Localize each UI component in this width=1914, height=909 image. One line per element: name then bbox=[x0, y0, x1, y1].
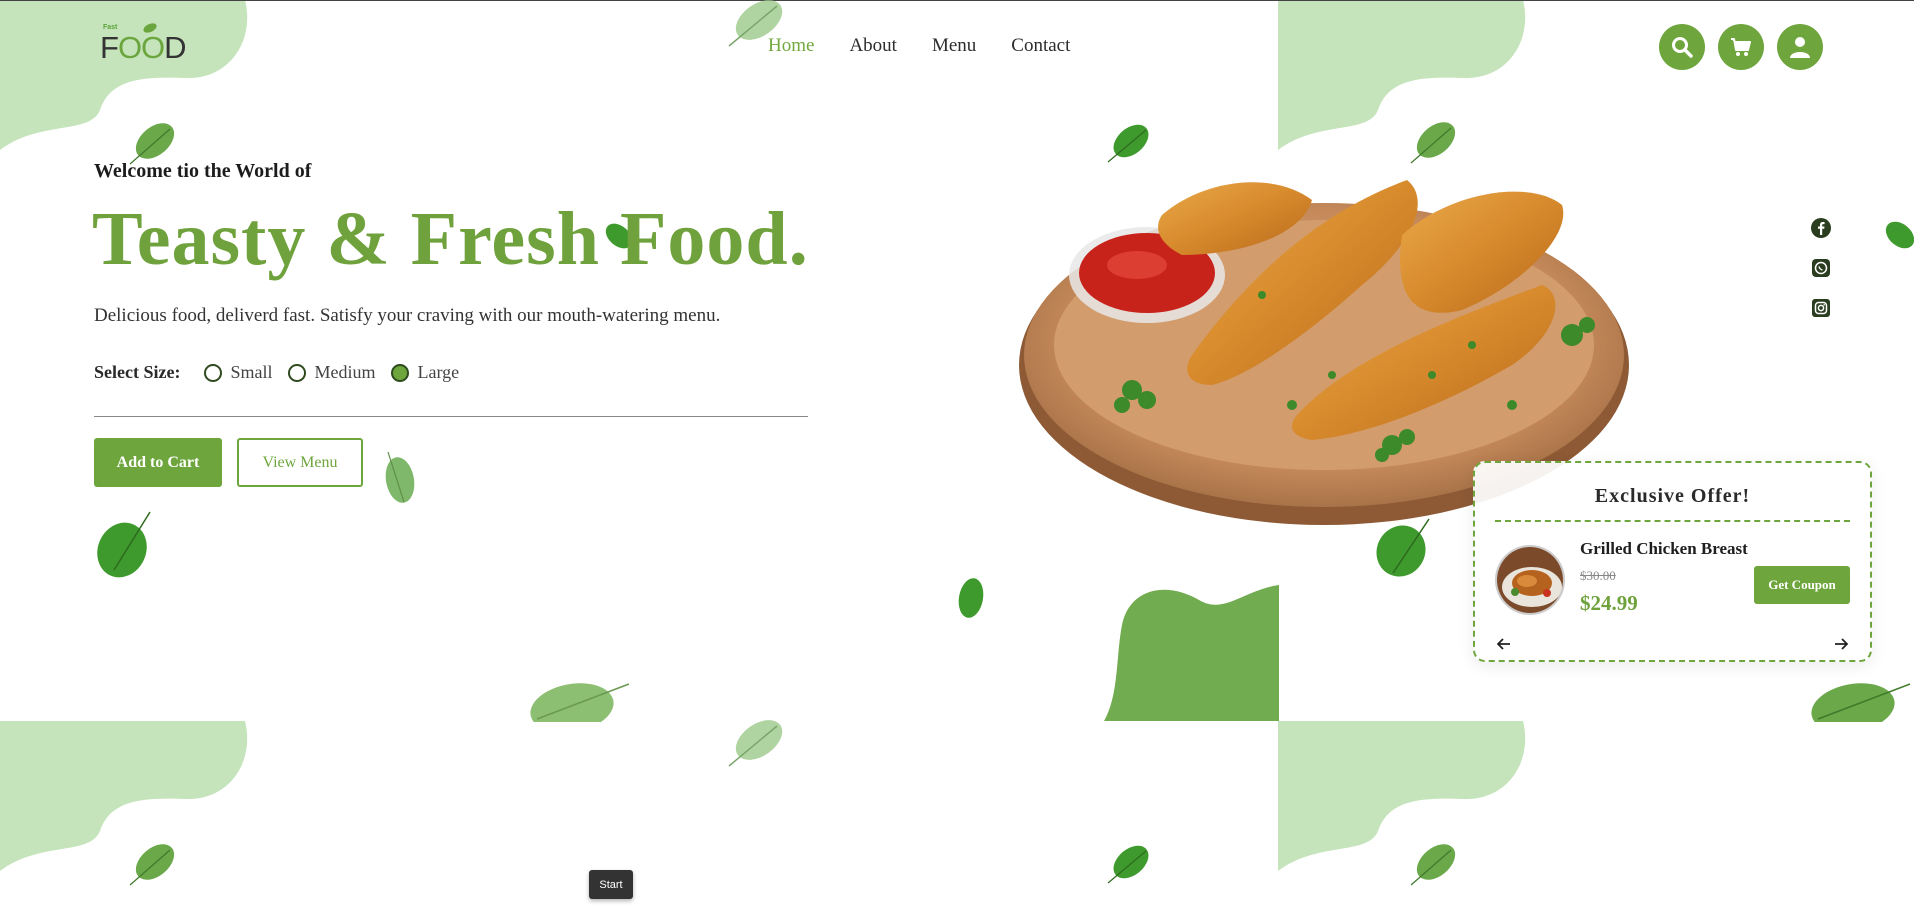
user-icon bbox=[1790, 37, 1810, 58]
arrow-right-icon bbox=[1835, 638, 1848, 650]
site-logo[interactable]: Fast FOOD bbox=[100, 22, 190, 68]
leaf-icon bbox=[728, 720, 783, 767]
facebook-icon bbox=[1811, 218, 1831, 238]
leaf-icon bbox=[1410, 122, 1456, 164]
decorative-blob bbox=[1278, 0, 1526, 150]
cart-icon bbox=[1731, 38, 1751, 56]
instagram-link[interactable] bbox=[1809, 296, 1833, 320]
leaf-icon bbox=[129, 844, 175, 886]
exclusive-offer-card: Exclusive Offer! Grilled Chicken Breast … bbox=[1473, 461, 1872, 662]
size-option-label: Small bbox=[230, 362, 273, 382]
size-label: Select Size: bbox=[94, 362, 181, 382]
offer-item-name: Grilled Chicken Breast bbox=[1580, 539, 1748, 558]
decorative-blob bbox=[1278, 721, 1526, 871]
leaf-icon bbox=[1410, 844, 1456, 886]
leaf-icon bbox=[1107, 845, 1149, 884]
offer-prev-button[interactable] bbox=[1495, 635, 1513, 653]
radio-small[interactable] bbox=[204, 363, 223, 382]
leaf-icon bbox=[385, 451, 415, 503]
view-menu-button[interactable]: View Menu bbox=[237, 438, 363, 487]
size-option-label: Large bbox=[417, 362, 460, 382]
hero-title: Teasty & Fresh Food. bbox=[92, 197, 809, 281]
nav-home[interactable]: Home bbox=[768, 35, 814, 57]
search-button[interactable] bbox=[1659, 24, 1705, 70]
leaf-icon bbox=[1885, 221, 1914, 249]
instagram-icon bbox=[1812, 299, 1830, 317]
arrow-left-icon bbox=[1497, 638, 1510, 650]
main-nav: Home About Menu Contact bbox=[768, 35, 1105, 57]
offer-title: Exclusive Offer! bbox=[1594, 485, 1751, 507]
decorative-blob bbox=[0, 721, 248, 871]
leaf-icon bbox=[1107, 124, 1149, 163]
add-to-cart-button[interactable]: Add to Cart bbox=[94, 438, 222, 487]
facebook-link[interactable] bbox=[1809, 216, 1833, 240]
offer-old-price: $30.00 bbox=[1580, 568, 1616, 583]
get-coupon-button[interactable]: Get Coupon bbox=[1754, 566, 1850, 604]
leaf-icon bbox=[97, 511, 151, 578]
cart-button[interactable] bbox=[1718, 24, 1764, 70]
offer-next-button[interactable] bbox=[1832, 635, 1850, 653]
leaf-icon bbox=[530, 683, 630, 722]
hero-description: Delicious food, deliverd fast. Satisfy y… bbox=[94, 305, 721, 326]
size-option-label: Medium bbox=[314, 362, 376, 382]
whatsapp-icon bbox=[1812, 259, 1830, 277]
size-selector: Select Size: Small Medium Large bbox=[94, 362, 475, 383]
offer-new-price: $24.99 bbox=[1580, 591, 1638, 615]
user-button[interactable] bbox=[1777, 24, 1823, 70]
size-option-medium[interactable]: Medium bbox=[288, 362, 375, 383]
radio-medium[interactable] bbox=[288, 363, 307, 382]
start-button[interactable]: Start bbox=[589, 870, 633, 899]
nav-about[interactable]: About bbox=[849, 35, 897, 57]
whatsapp-link[interactable] bbox=[1809, 256, 1833, 280]
hero-kicker: Welcome tio the World of bbox=[94, 160, 312, 182]
divider bbox=[94, 416, 808, 417]
logo-wordmark: FOOD bbox=[100, 30, 187, 65]
leaf-icon bbox=[1811, 683, 1911, 722]
radio-large[interactable] bbox=[391, 363, 410, 382]
offer-divider bbox=[1495, 520, 1850, 522]
size-option-small[interactable]: Small bbox=[204, 362, 272, 383]
search-icon bbox=[1672, 37, 1693, 58]
size-option-large[interactable]: Large bbox=[391, 362, 459, 383]
leaf-icon bbox=[958, 578, 984, 618]
nav-menu[interactable]: Menu bbox=[932, 35, 976, 57]
decorative-blob-dark bbox=[1104, 585, 1279, 721]
nav-contact[interactable]: Contact bbox=[1011, 35, 1070, 57]
offer-item-thumbnail bbox=[1495, 545, 1565, 615]
